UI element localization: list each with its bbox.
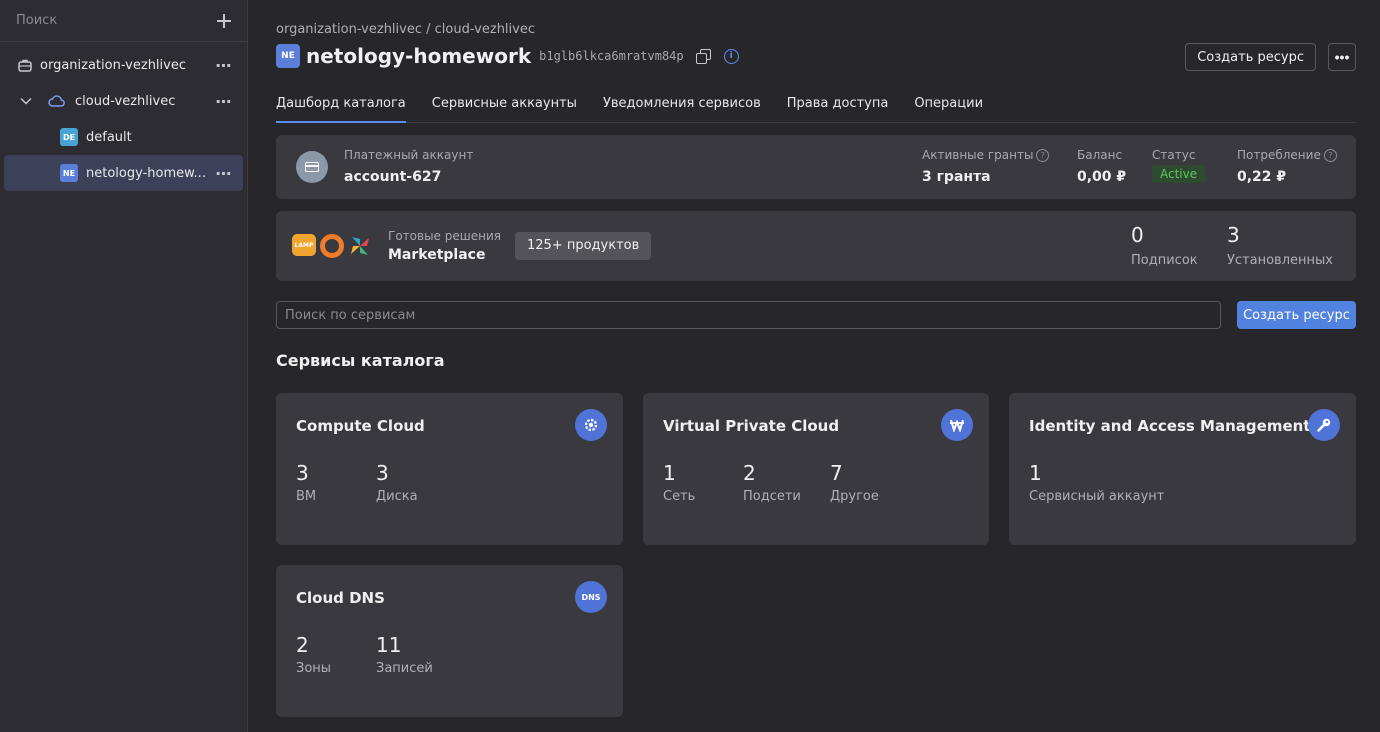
sidebar: organization-vezhlivec ⋯ cloud-vezhlivec… bbox=[0, 0, 248, 732]
consumption-label: Потребление? bbox=[1237, 148, 1337, 162]
more-icon[interactable]: ⋯ bbox=[213, 56, 235, 75]
info-icon[interactable]: i bbox=[723, 48, 739, 64]
marketplace-label: Готовые решения bbox=[388, 229, 501, 243]
service-name: Cloud DNS bbox=[296, 589, 385, 607]
create-resource-button[interactable]: Создать ресурс bbox=[1185, 43, 1316, 71]
service-card-compute[interactable]: Compute Cloud 3 ВМ 3 Диска bbox=[276, 393, 623, 545]
tree-item-label: default bbox=[86, 129, 132, 145]
service-card-vpc[interactable]: Virtual Private Cloud 1 Сеть 2 Подсети 7 Др… bbox=[643, 393, 989, 545]
credit-card-icon bbox=[296, 151, 328, 183]
metric: 3 Диска bbox=[376, 461, 418, 504]
installed-label: Установленных bbox=[1227, 253, 1333, 268]
service-name: Virtual Private Cloud bbox=[663, 417, 840, 435]
tab-operations[interactable]: Операции bbox=[914, 86, 983, 123]
tree-item-label: organization-vezhlivec bbox=[40, 57, 186, 73]
more-actions-button[interactable]: ••• bbox=[1328, 43, 1356, 71]
tab-service-accounts[interactable]: Сервисные аккаунты bbox=[432, 86, 577, 123]
title-row: NE netology-homework b1glb6lkca6mratvm84… bbox=[276, 44, 739, 68]
metric: 1 Сервисный аккаунт bbox=[1029, 461, 1165, 504]
billing-card[interactable]: Платежный аккаунт account-627 Активные г… bbox=[276, 135, 1356, 199]
help-icon[interactable]: ? bbox=[1323, 149, 1337, 162]
tab-dashboard[interactable]: Дашборд каталога bbox=[276, 86, 406, 123]
status-badge: Active bbox=[1152, 165, 1206, 183]
gear-icon bbox=[575, 409, 607, 441]
resource-tree: organization-vezhlivec ⋯ cloud-vezhlivec… bbox=[0, 42, 247, 191]
help-icon[interactable]: ? bbox=[1036, 149, 1050, 162]
copy-icon[interactable] bbox=[695, 49, 711, 64]
network-icon bbox=[941, 409, 973, 441]
installed-count: 3 bbox=[1227, 223, 1240, 247]
create-resource-primary-button[interactable]: Создать ресурс bbox=[1237, 301, 1356, 329]
sidebar-search bbox=[0, 0, 247, 42]
grants-value: 3 гранта bbox=[922, 169, 991, 185]
subscriptions-count: 0 bbox=[1131, 223, 1144, 247]
plus-icon[interactable] bbox=[216, 13, 232, 29]
tree-item-label: cloud-vezhlivec bbox=[75, 93, 176, 109]
marketplace-card[interactable]: LAMP Готовые решения Marketplace 125+ пр… bbox=[276, 211, 1356, 281]
tree-item-label: netology-homew... bbox=[86, 165, 206, 181]
billing-account-value[interactable]: account-627 bbox=[344, 169, 441, 185]
service-card-iam[interactable]: Identity and Access Management 1 Сервисны… bbox=[1009, 393, 1356, 545]
page-title: netology-homework bbox=[306, 44, 532, 68]
status-label: Статус bbox=[1152, 148, 1196, 162]
metric: 1 Сеть bbox=[663, 461, 696, 504]
metric: 2 Подсети bbox=[743, 461, 801, 504]
products-chip[interactable]: 125+ продуктов bbox=[515, 232, 652, 260]
balance-value: 0,00 ₽ bbox=[1077, 169, 1127, 185]
tree-item-cloud[interactable]: cloud-vezhlivec ⋯ bbox=[0, 83, 247, 119]
tab-notifications[interactable]: Уведомления сервисов bbox=[603, 86, 761, 123]
service-card-dns[interactable]: Cloud DNS DNS 2 Зоны 11 Записей bbox=[276, 565, 623, 717]
lamp-logo-icon: LAMP bbox=[292, 234, 316, 256]
more-icon[interactable]: ⋯ bbox=[213, 164, 235, 183]
organization-icon bbox=[18, 59, 32, 72]
metric: 3 ВМ bbox=[296, 461, 317, 504]
service-name: Compute Cloud bbox=[296, 417, 425, 435]
tab-access-rights[interactable]: Права доступа bbox=[787, 86, 889, 123]
billing-account-label: Платежный аккаунт bbox=[344, 148, 474, 162]
cloud-icon bbox=[48, 95, 65, 107]
tabs: Дашборд каталога Сервисные аккаунты Увед… bbox=[276, 86, 1356, 123]
folder-tag: NE bbox=[60, 164, 78, 182]
folder-tag: DE bbox=[60, 128, 78, 146]
balance-label: Баланс bbox=[1077, 148, 1123, 162]
service-search-row: Создать ресурс bbox=[276, 301, 1356, 329]
more-icon[interactable]: ⋯ bbox=[213, 92, 235, 111]
service-name: Identity and Access Management bbox=[1029, 417, 1311, 435]
marketplace-title[interactable]: Marketplace bbox=[388, 247, 485, 263]
sidebar-search-input[interactable] bbox=[16, 13, 216, 28]
breadcrumb[interactable]: organization-vezhlivec / cloud-vezhlivec bbox=[276, 22, 535, 37]
section-title: Сервисы каталога bbox=[276, 351, 445, 370]
folder-id: b1glb6lkca6mratvm84p bbox=[539, 49, 684, 63]
ring-logo-icon bbox=[320, 234, 344, 258]
consumption-value: 0,22 ₽ bbox=[1237, 169, 1287, 185]
tree-item-organization[interactable]: organization-vezhlivec ⋯ bbox=[0, 47, 247, 83]
metric: 2 Зоны bbox=[296, 633, 332, 676]
chevron-down-icon[interactable] bbox=[20, 97, 32, 105]
metric: 11 Записей bbox=[376, 633, 433, 676]
metric: 7 Другое bbox=[830, 461, 879, 504]
grants-label: Активные гранты? bbox=[922, 148, 1050, 162]
dns-icon: DNS bbox=[575, 581, 607, 613]
key-icon bbox=[1308, 409, 1340, 441]
tree-item-default[interactable]: DE default bbox=[0, 119, 247, 155]
tree-item-netology-homework[interactable]: NE netology-homew... ⋯ bbox=[4, 155, 243, 191]
pinwheel-logo-icon bbox=[348, 234, 372, 258]
folder-tag: NE bbox=[276, 44, 300, 68]
subscriptions-label: Подписок bbox=[1131, 253, 1198, 268]
service-search-input[interactable] bbox=[276, 301, 1221, 329]
